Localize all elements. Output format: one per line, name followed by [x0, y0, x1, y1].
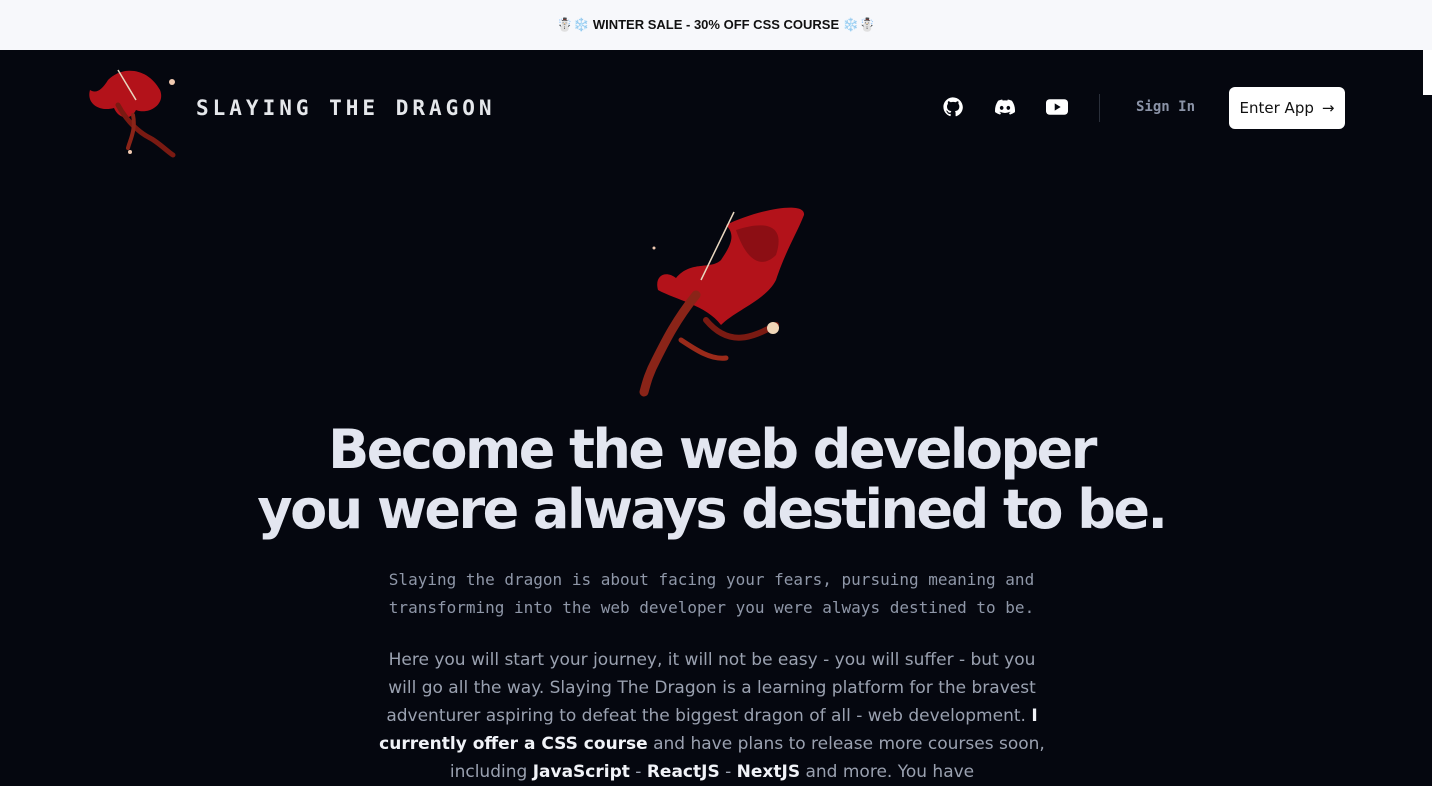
hero-headline-line1: Become the web developer [328, 418, 1097, 481]
description-part1: Here you will start your journey, it wil… [386, 650, 1036, 726]
arrow-right-icon: → [1321, 99, 1335, 117]
enter-app-button[interactable]: Enter App → [1229, 87, 1345, 129]
hero-headline: Become the web developer you were always… [0, 420, 1423, 540]
scrollbar-edge [1423, 50, 1432, 95]
youtube-icon[interactable] [1046, 96, 1068, 118]
enter-app-label: Enter App [1239, 99, 1314, 117]
github-icon[interactable] [942, 96, 964, 118]
javascript-highlight: JavaScript [532, 762, 630, 782]
discord-icon[interactable] [994, 96, 1016, 118]
dragon-logo-art[interactable] [78, 60, 188, 160]
promo-banner[interactable]: ☃️❄️ WINTER SALE - 30% OFF CSS COURSE ❄️… [0, 0, 1432, 50]
hero-headline-line2: you were always destined to be. [257, 478, 1168, 541]
hero-subtitle: Slaying the dragon is about facing your … [388, 570, 1035, 617]
separator: - [629, 762, 647, 782]
dragon-hero-art [639, 207, 805, 397]
nextjs-highlight: NextJS [736, 762, 801, 782]
promo-banner-text: ☃️❄️ WINTER SALE - 30% OFF CSS COURSE ❄️… [556, 17, 876, 32]
separator: - [719, 762, 737, 782]
hero-description: Here you will start your journey, it wil… [372, 646, 1052, 786]
nav-divider [1099, 94, 1100, 122]
reactjs-highlight: ReactJS [646, 762, 720, 782]
site-title[interactable]: SLAYING THE DRAGON [196, 96, 496, 120]
sign-in-link[interactable]: Sign In [1136, 99, 1195, 115]
top-navigation: SLAYING THE DRAGON Sign In Enter App → [0, 50, 1423, 166]
description-part3: and more. You have [800, 762, 975, 782]
